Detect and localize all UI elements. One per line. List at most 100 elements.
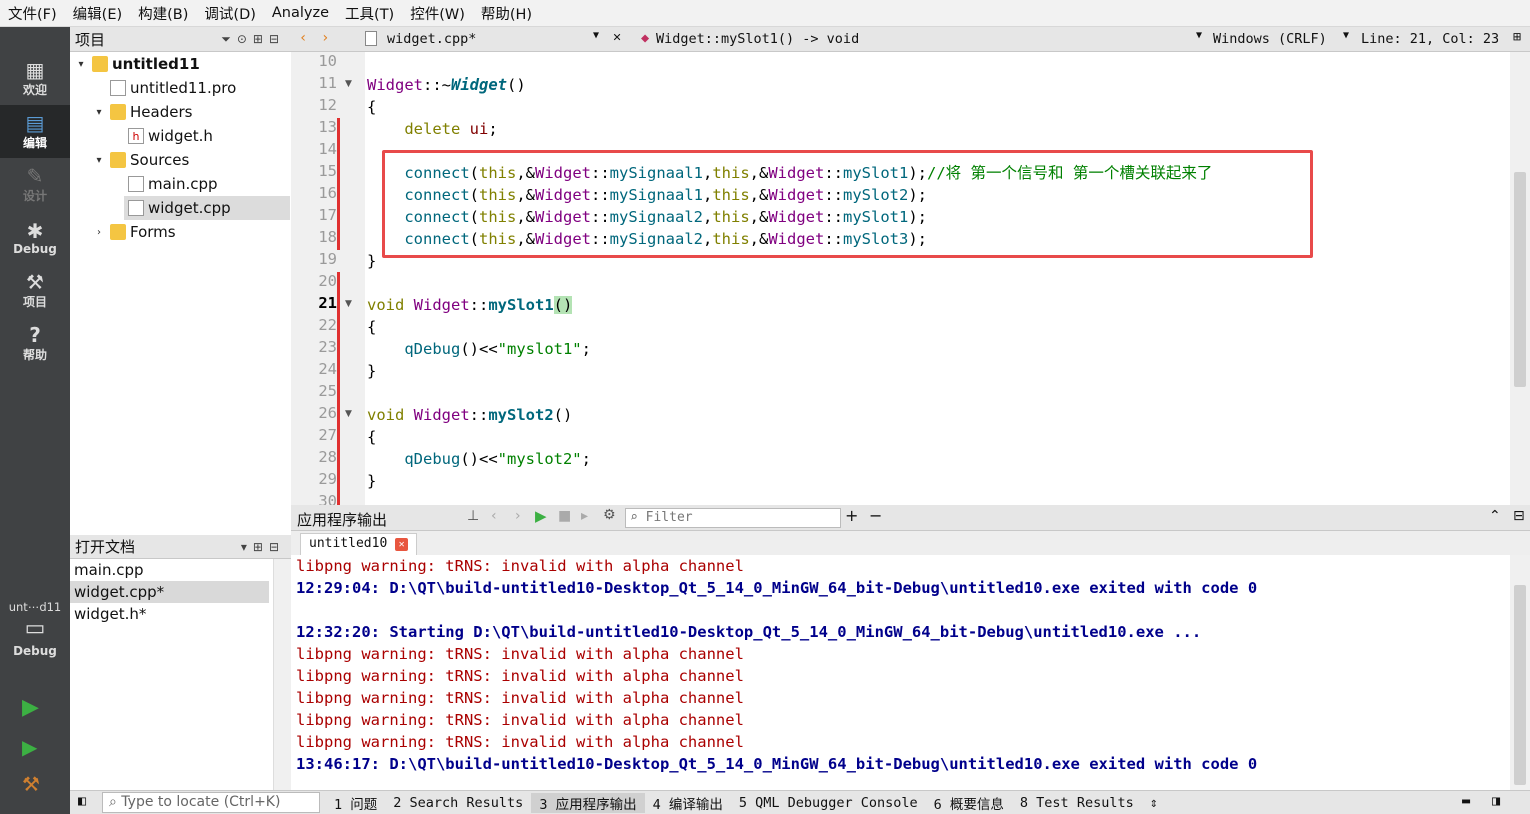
toggle-sidebar-icon[interactable]: ◧ — [78, 793, 86, 809]
debug-run-icon[interactable]: ▶ — [22, 735, 37, 759]
expand-arrow-icon[interactable]: ▾ — [74, 59, 88, 70]
line-number: 18 — [318, 228, 337, 246]
zoom-out-icon[interactable]: − — [869, 506, 882, 525]
tree-node-label: widget.h — [148, 127, 213, 145]
zoom-in-icon[interactable]: + — [845, 506, 858, 525]
pane-application-output[interactable]: 3 应用程序输出 — [531, 792, 645, 813]
panel-tool-icons[interactable]: ▾⊞⊟ — [241, 540, 285, 554]
pane-compile-output[interactable]: 4 编译输出 — [645, 793, 731, 813]
line-number: 16 — [318, 184, 337, 202]
menu-bar: 文件(F) 编辑(E) 构建(B) 调试(D) Analyze 工具(T) 控件… — [0, 0, 1530, 27]
editor-scrollbar[interactable] — [1510, 52, 1530, 505]
tree-node-pro[interactable]: untitled11.pro — [92, 76, 236, 100]
mode-welcome[interactable]: ▦ 欢迎 — [0, 52, 70, 105]
pane-issues[interactable]: 1 问题 — [326, 793, 385, 813]
mode-design[interactable]: ✎ 设计 — [0, 158, 70, 211]
close-panel-icon[interactable]: ⊟ — [1513, 508, 1525, 524]
mode-debug[interactable]: ✱ Debug — [0, 211, 70, 264]
close-icon[interactable]: ✕ — [613, 29, 621, 45]
scrollbar-thumb[interactable] — [1514, 172, 1526, 387]
output-scrollbar[interactable] — [1510, 555, 1530, 790]
fold-arrow-icon[interactable]: ▼ — [345, 299, 352, 309]
line-number: 26 — [318, 404, 337, 422]
tree-node-sources[interactable]: ▾ Sources — [92, 148, 189, 172]
mode-projects[interactable]: ⚒ 项目 — [0, 264, 70, 317]
help-icon: ? — [29, 323, 41, 347]
expand-arrow-icon[interactable]: ▾ — [92, 155, 106, 166]
code-line: qDebug()<<"myslot2"; — [404, 450, 591, 468]
symbol-selector[interactable]: Widget::mySlot1() -> void — [656, 31, 859, 47]
dropdown-icon[interactable]: ▼ — [593, 30, 599, 41]
output-pane-buttons: 1 问题 2 Search Results 3 应用程序输出 4 编译输出 5 … — [326, 791, 1166, 814]
file-selector[interactable]: widget.cpp* — [387, 31, 476, 47]
code-editor[interactable]: Widget::~Widget() { delete ui; connect(t… — [365, 52, 1510, 505]
line-ending-selector[interactable]: Windows (CRLF) — [1213, 31, 1327, 47]
kit-selector[interactable]: unt⋯d11 ▭ Debug — [0, 600, 70, 680]
filter-input[interactable]: ⌕ Filter — [625, 508, 841, 528]
mode-design-label: 设计 — [22, 189, 47, 203]
log-line: libpng warning: tRNS: invalid with alpha… — [296, 689, 744, 707]
menu-debug[interactable]: 调试(D) — [196, 3, 263, 24]
scrollbar[interactable] — [273, 559, 291, 790]
pane-more-icon[interactable]: ⇕ — [1142, 795, 1166, 811]
mode-help-label: 帮助 — [22, 348, 47, 362]
locator-input[interactable]: ⌕ Type to locate (Ctrl+K) — [102, 792, 320, 813]
pane-search-results[interactable]: 2 Search Results — [385, 795, 531, 811]
attach-icon[interactable]: ⊥ — [467, 508, 479, 524]
menu-analyze[interactable]: Analyze — [264, 5, 337, 21]
menu-edit[interactable]: 编辑(E) — [65, 3, 130, 24]
tree-node-main-cpp[interactable]: main.cpp — [110, 172, 218, 196]
settings-gear-icon[interactable]: ⚙ — [603, 507, 616, 523]
code-line: delete ui; — [404, 120, 498, 138]
line-number: 13 — [318, 118, 337, 136]
open-doc-item[interactable]: main.cpp — [70, 559, 291, 581]
output-log[interactable]: libpng warning: tRNS: invalid with alpha… — [291, 555, 1510, 790]
tree-node-forms[interactable]: › Forms — [92, 220, 176, 244]
menu-help[interactable]: 帮助(H) — [473, 3, 540, 24]
mode-help[interactable]: ? 帮助 — [0, 317, 70, 370]
next-icon[interactable]: › — [515, 508, 521, 524]
tree-node-project[interactable]: ▾ untitled11 — [74, 52, 199, 76]
menu-file[interactable]: 文件(F) — [0, 3, 65, 24]
pane-test-results[interactable]: 8 Test Results — [1012, 795, 1142, 811]
menu-tools[interactable]: 工具(T) — [337, 3, 402, 24]
tree-node-headers[interactable]: ▾ Headers — [92, 100, 192, 124]
menu-widgets[interactable]: 控件(W) — [402, 3, 473, 24]
menu-build[interactable]: 构建(B) — [130, 3, 196, 24]
build-hammer-icon[interactable]: ⚒ — [22, 772, 40, 796]
project-panel-title[interactable]: 项目 — [75, 29, 105, 50]
mode-edit[interactable]: ▤ 编辑 — [0, 105, 70, 158]
dropdown-icon[interactable]: ▼ — [1196, 30, 1202, 41]
back-arrow-icon[interactable]: ‹ — [299, 30, 307, 46]
progress-toggle-icon[interactable]: ▬ — [1462, 793, 1470, 809]
tree-node-widget-h[interactable]: h widget.h — [110, 124, 213, 148]
maximize-icon[interactable]: ⌃ — [1489, 508, 1501, 524]
open-doc-item[interactable]: widget.h* — [70, 603, 291, 625]
split-icon[interactable]: ⊞ — [1513, 29, 1521, 45]
output-tab-label: untitled10 — [309, 536, 388, 551]
pane-general-messages[interactable]: 6 概要信息 — [926, 793, 1012, 813]
tree-node-widget-cpp[interactable]: widget.cpp — [124, 196, 290, 220]
output-tab[interactable]: untitled10 ✕ — [300, 533, 418, 555]
open-docs-title[interactable]: 打开文档 — [75, 536, 135, 557]
run-icon[interactable]: ▶ — [22, 695, 39, 720]
output-panel-title: 应用程序输出 — [297, 511, 388, 529]
close-tab-icon[interactable]: ✕ — [395, 538, 409, 551]
stop-icon[interactable]: ■ — [558, 508, 571, 524]
scrollbar-thumb[interactable] — [1514, 585, 1526, 785]
dropdown-icon[interactable]: ▼ — [1343, 30, 1349, 41]
expand-arrow-icon[interactable]: ▾ — [92, 107, 106, 118]
prev-icon[interactable]: ‹ — [491, 508, 497, 524]
step-icon[interactable]: ▸ — [581, 508, 588, 524]
pane-qml-console[interactable]: 5 QML Debugger Console — [731, 795, 926, 811]
forward-arrow-icon[interactable]: › — [321, 30, 329, 46]
open-doc-item[interactable]: widget.cpp* — [70, 581, 269, 603]
change-marker — [337, 272, 340, 505]
cursor-position[interactable]: Line: 21, Col: 23 — [1361, 31, 1499, 47]
expand-arrow-icon[interactable]: › — [92, 227, 106, 238]
fold-arrow-icon[interactable]: ▼ — [345, 409, 352, 419]
run-icon[interactable]: ▶ — [535, 507, 547, 525]
fold-arrow-icon[interactable]: ▼ — [345, 79, 352, 89]
toggle-right-sidebar-icon[interactable]: ◨ — [1492, 793, 1500, 809]
panel-tool-icons[interactable]: ⏷⊙⊞⊟ — [221, 32, 285, 47]
